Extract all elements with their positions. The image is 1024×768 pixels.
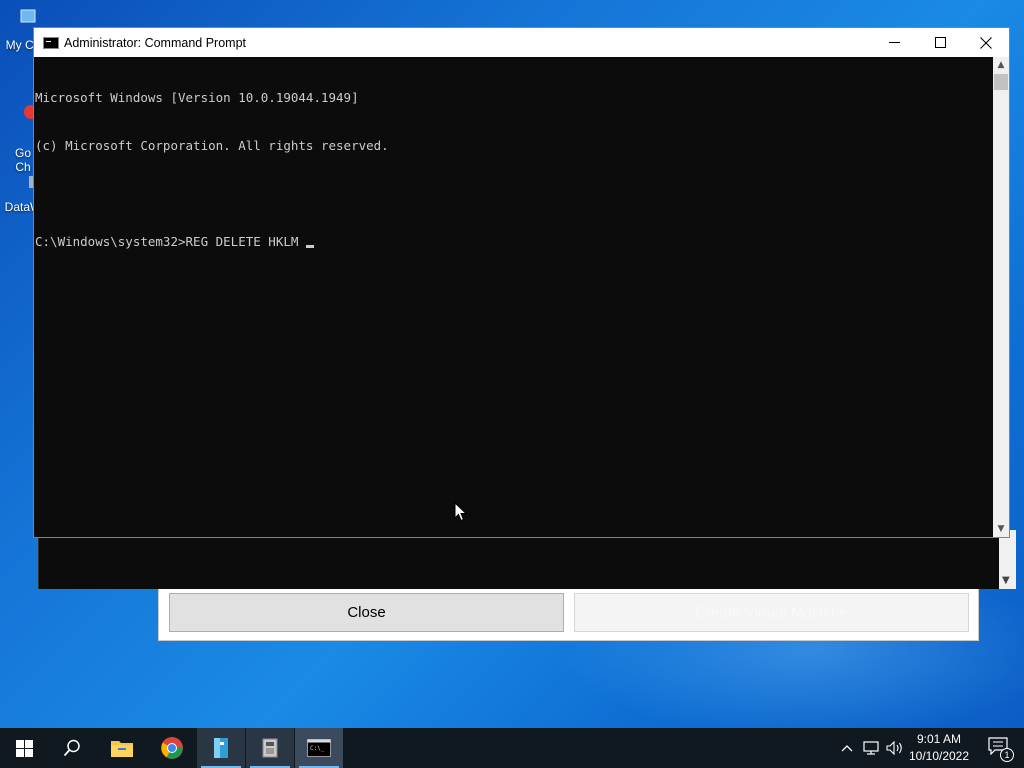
close-icon (980, 36, 992, 49)
network-button[interactable] (860, 728, 882, 768)
windows-logo-icon (15, 739, 33, 757)
command-prompt-window: Administrator: Command Prompt Microsoft … (33, 27, 1010, 538)
scrollbar-thumb[interactable] (994, 74, 1008, 90)
start-button[interactable] (0, 728, 48, 768)
chrome-icon (161, 737, 183, 759)
cmd-icon: C:\_ (307, 739, 331, 757)
console-command: C:\Windows\system32>REG DELETE HKLM (35, 234, 299, 249)
window-titlebar[interactable]: Administrator: Command Prompt (34, 28, 1009, 57)
clock-date: 10/10/2022 (908, 749, 970, 763)
speaker-icon (886, 741, 902, 755)
taskbar-command-prompt[interactable]: C:\_ (295, 728, 343, 768)
taskbar-app-1[interactable] (197, 728, 245, 768)
taskbar-clock[interactable]: 9:01 AM 10/10/2022 (906, 731, 972, 765)
console-line: (c) Microsoft Corporation. All rights re… (35, 138, 389, 153)
taskbar-chrome[interactable] (148, 728, 196, 768)
background-console: ▼ (38, 530, 1016, 589)
svg-text:C:\_: C:\_ (310, 745, 325, 752)
volume-button[interactable] (884, 728, 906, 768)
window-title: Administrator: Command Prompt (64, 35, 247, 50)
minimize-icon (888, 42, 900, 43)
vertical-scrollbar[interactable]: ▲ ▼ (993, 57, 1009, 537)
background-dialog: Close Create Virtual Machine (158, 580, 979, 641)
maximize-icon (934, 37, 946, 48)
taskbar-file-explorer[interactable] (98, 728, 146, 768)
scroll-down-icon[interactable]: ▼ (993, 521, 1009, 537)
show-hidden-icons-button[interactable] (838, 728, 856, 768)
network-icon (863, 741, 879, 755)
cmd-app-icon (43, 36, 59, 49)
minimize-button[interactable] (871, 28, 917, 57)
mouse-pointer-icon (454, 502, 468, 522)
folder-icon (111, 741, 133, 757)
console-output[interactable]: Microsoft Windows [Version 10.0.19044.19… (34, 57, 994, 537)
window-close-button[interactable] (963, 28, 1009, 57)
taskbar-app-2[interactable] (246, 728, 294, 768)
close-button[interactable]: Close (169, 593, 564, 632)
taskbar: C:\_ 9:01 AM 10/10/2022 1 (0, 728, 1024, 768)
console-prompt-line: C:\Windows\system32>REG DELETE HKLM (35, 234, 994, 250)
app-icon (262, 738, 278, 758)
notification-count-badge: 1 (1000, 748, 1014, 762)
scroll-up-icon[interactable]: ▲ (993, 57, 1009, 73)
archive-app-icon (214, 738, 228, 758)
search-icon (63, 739, 80, 757)
chevron-up-icon (841, 745, 853, 752)
notification-center-button[interactable]: 1 (988, 737, 1014, 762)
clock-time: 9:01 AM (916, 732, 962, 746)
taskbar-search-button[interactable] (48, 728, 96, 768)
background-console-scrollbar[interactable]: ▼ (999, 530, 1016, 589)
maximize-button[interactable] (917, 28, 963, 57)
console-line: Microsoft Windows [Version 10.0.19044.19… (35, 90, 359, 105)
text-cursor (306, 245, 315, 248)
create-vm-button[interactable]: Create Virtual Machine (574, 593, 969, 632)
scroll-down-icon[interactable]: ▼ (1002, 575, 1010, 586)
